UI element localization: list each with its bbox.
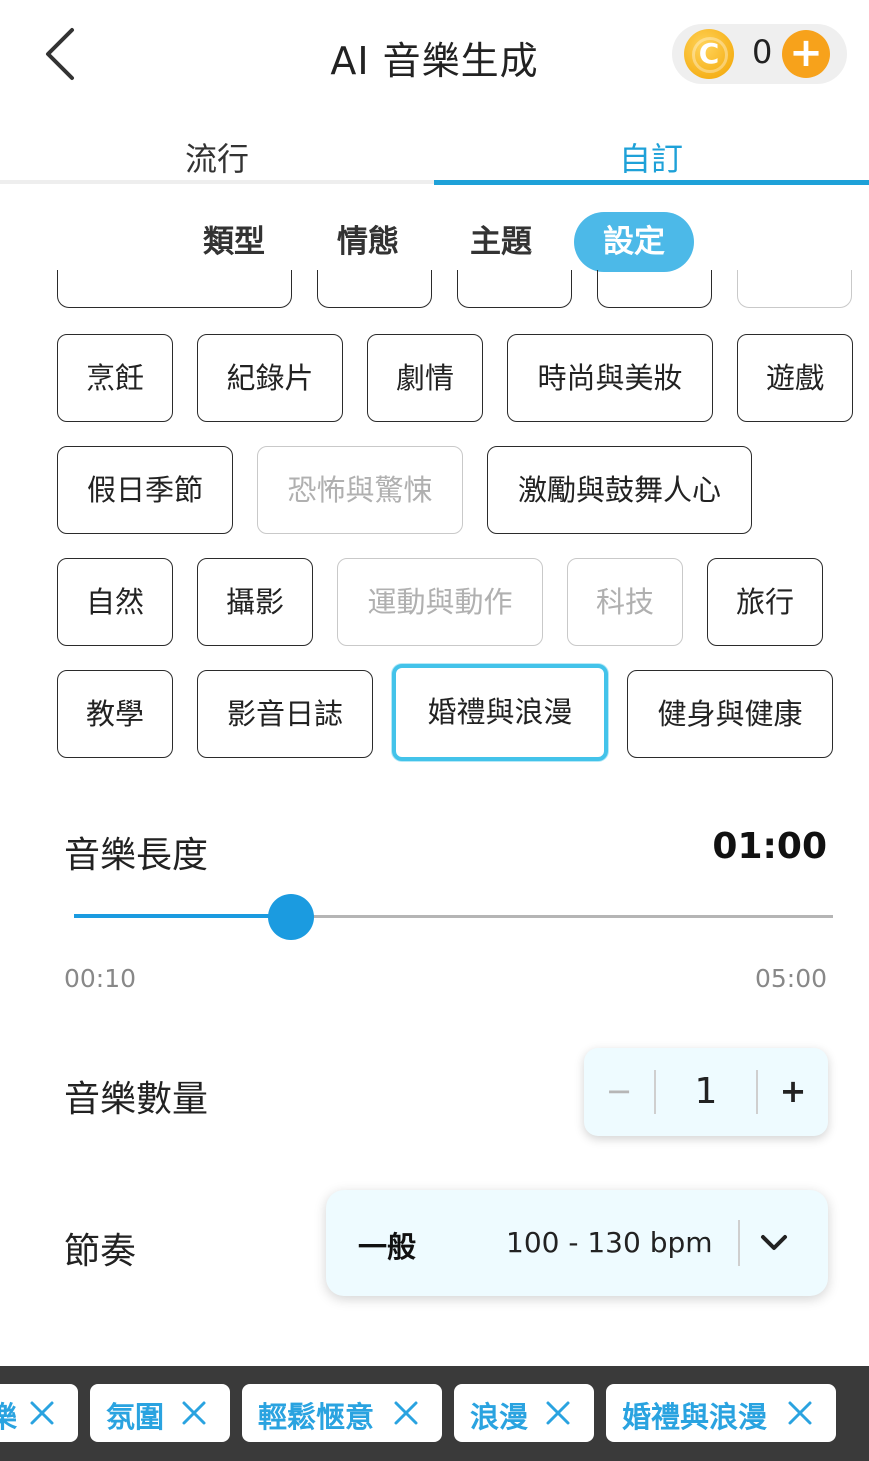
subtab-settings[interactable]: 設定 — [574, 212, 694, 272]
quantity-increment-button[interactable]: + — [758, 1048, 828, 1136]
chip-partial[interactable] — [457, 270, 572, 308]
chip-drama[interactable]: 劇情 — [367, 334, 483, 422]
chip-technology[interactable]: 科技 — [567, 558, 683, 646]
add-coins-button[interactable]: + — [782, 30, 830, 78]
tempo-dropdown[interactable]: 一般 100 - 130 bpm — [326, 1190, 828, 1296]
chip-partial[interactable] — [57, 270, 292, 308]
chip-partial[interactable] — [737, 270, 852, 308]
selected-tag: 氛圍 — [90, 1384, 230, 1442]
close-icon[interactable] — [28, 1399, 56, 1427]
selected-tags-bar: 樂 氛圍 輕鬆愜意 浪漫 婚禮與浪漫 — [0, 1366, 869, 1461]
tag-label: 氛圍 — [106, 1400, 165, 1434]
quantity-value: 1 — [694, 1071, 718, 1112]
selected-tag: 樂 — [0, 1384, 78, 1442]
tempo-label: 節奏 — [64, 1231, 137, 1272]
length-max-label: 05:00 — [754, 964, 827, 993]
close-icon[interactable] — [392, 1399, 420, 1427]
tag-label: 婚禮與浪漫 — [622, 1400, 768, 1434]
length-slider-fill — [74, 914, 291, 918]
plus-icon: + — [789, 30, 823, 76]
subtab-theme[interactable]: 主題 — [447, 212, 555, 272]
selected-tag: 浪漫 — [454, 1384, 594, 1442]
tag-label: 浪漫 — [470, 1400, 529, 1434]
tag-label: 輕鬆愜意 — [258, 1400, 375, 1434]
chip-documentary[interactable]: 紀錄片 — [197, 334, 343, 422]
chip-wedding-romance[interactable]: 婚禮與浪漫 — [392, 664, 608, 761]
close-icon[interactable] — [544, 1399, 572, 1427]
chip-nature[interactable]: 自然 — [57, 558, 173, 646]
chip-cooking[interactable]: 烹飪 — [57, 334, 173, 422]
chip-travel[interactable]: 旅行 — [707, 558, 823, 646]
coin-balance[interactable]: C 0 + — [672, 24, 847, 84]
coin-icon: C — [684, 29, 734, 79]
tempo-selected-bpm: 100 - 130 bpm — [506, 1226, 713, 1259]
tab-popular[interactable]: 流行 — [0, 134, 434, 180]
tag-label: 樂 — [0, 1400, 18, 1434]
chip-fashion-beauty[interactable]: 時尚與美妝 — [507, 334, 713, 422]
chip-sports-action[interactable]: 運動與動作 — [337, 558, 543, 646]
chip-fitness-health[interactable]: 健身與健康 — [627, 670, 833, 758]
selected-tag: 婚禮與浪漫 — [606, 1384, 836, 1442]
subtab-genre[interactable]: 類型 — [180, 212, 288, 272]
chip-gaming[interactable]: 遊戲 — [737, 334, 853, 422]
close-icon[interactable] — [180, 1399, 208, 1427]
quantity-stepper: − 1 + — [584, 1048, 828, 1136]
chip-vlog[interactable]: 影音日誌 — [197, 670, 373, 758]
chip-holiday-season[interactable]: 假日季節 — [57, 446, 233, 534]
length-slider-thumb[interactable] — [267, 894, 314, 940]
tempo-selected-name: 一般 — [358, 1230, 417, 1264]
chip-photography[interactable]: 攝影 — [197, 558, 313, 646]
length-min-label: 00:10 — [64, 964, 137, 993]
chip-partial[interactable] — [317, 270, 432, 308]
coin-letter: C — [698, 37, 720, 70]
selected-tag: 輕鬆愜意 — [242, 1384, 442, 1442]
tab-custom[interactable]: 自訂 — [434, 134, 868, 180]
tab-active-indicator — [434, 180, 869, 185]
chip-motivational[interactable]: 激勵與鼓舞人心 — [487, 446, 752, 534]
quantity-decrement-button[interactable]: − — [584, 1048, 654, 1136]
music-length-value: 01:00 — [712, 826, 827, 867]
dropdown-divider — [738, 1220, 740, 1266]
close-icon[interactable] — [786, 1399, 814, 1427]
chip-horror-thriller[interactable]: 恐怖與驚悚 — [257, 446, 463, 534]
music-quantity-label: 音樂數量 — [64, 1079, 209, 1120]
coin-count: 0 — [752, 33, 773, 71]
music-length-label: 音樂長度 — [64, 835, 209, 876]
subtab-mood[interactable]: 情態 — [314, 212, 422, 272]
chip-tutorial[interactable]: 教學 — [57, 670, 173, 758]
chevron-down-icon — [761, 1235, 787, 1250]
chip-partial[interactable] — [597, 270, 712, 308]
